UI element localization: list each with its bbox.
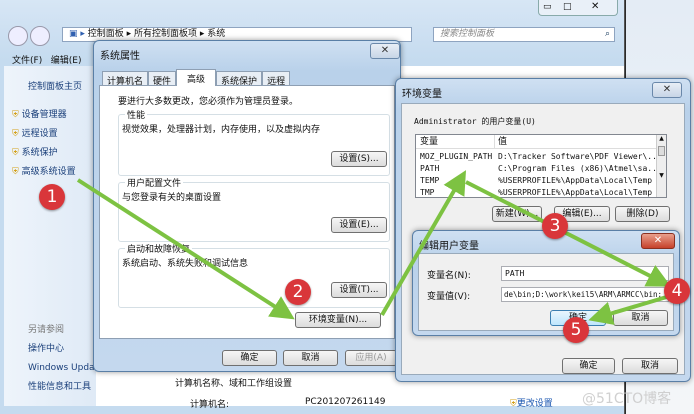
step-badge-5: 5 xyxy=(563,317,589,343)
annotation-arrows xyxy=(76,170,672,325)
arrow-step-1 xyxy=(76,178,295,320)
step-badge-1: 1 xyxy=(39,184,65,210)
step-badge-4: 4 xyxy=(664,278,690,304)
tab-advanced[interactable]: 高级 xyxy=(176,69,217,86)
watermark: @51CTO博客 xyxy=(582,391,672,407)
arrow-step-2 xyxy=(380,170,467,317)
arrow-step-4 xyxy=(588,294,671,325)
step-badge-2: 2 xyxy=(285,279,311,305)
step-badge-3: 3 xyxy=(542,213,568,239)
